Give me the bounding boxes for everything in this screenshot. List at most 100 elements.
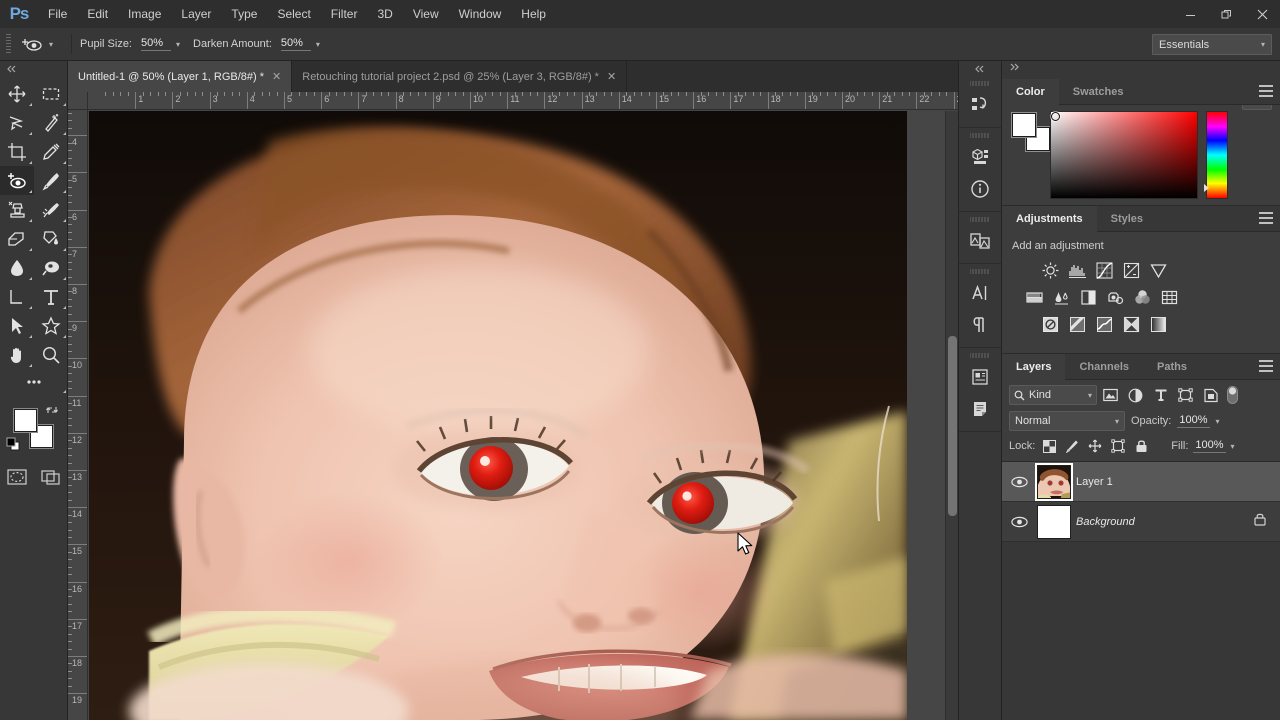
crop-tool[interactable] [0,137,34,166]
rectangular-marquee-tool[interactable] [34,79,68,108]
black-white-icon[interactable] [1078,287,1098,307]
hue-saturation-icon[interactable] [1024,287,1044,307]
rail-collapse-button[interactable] [959,61,1001,76]
color-field[interactable] [1050,111,1198,199]
pupil-size-value[interactable]: 50% [141,37,171,51]
eraser-tool-flyout[interactable] [29,248,32,251]
color-lookup-icon[interactable] [1159,287,1179,307]
layer-thumbnail[interactable] [1037,464,1071,499]
fill-value[interactable]: 100% [1193,439,1226,453]
canvas-vertical-scrollbar[interactable] [945,111,958,720]
brush-tool[interactable] [34,166,68,195]
menu-file[interactable]: File [38,0,77,28]
filter-pixel-layers-icon[interactable] [1099,385,1122,405]
table-row[interactable]: Background [1002,502,1280,542]
lasso-tool-flyout[interactable] [29,132,32,135]
zoom-tool[interactable] [34,340,68,369]
gradient-tool[interactable] [34,224,68,253]
type-tool-flyout[interactable] [63,306,66,309]
selective-color-icon[interactable] [1121,314,1141,334]
rail-grip[interactable] [970,351,990,359]
horizontal-type-tool[interactable] [34,282,68,311]
opacity-value[interactable]: 100% [1177,414,1210,428]
menu-3d[interactable]: 3D [367,0,402,28]
canvas-viewport[interactable] [89,111,958,720]
custom-shape-tool[interactable] [34,311,68,340]
pen-tool[interactable] [0,282,34,311]
red-eye-tool-flyout[interactable] [29,190,32,193]
lock-position-icon[interactable] [1086,437,1104,455]
menu-type[interactable]: Type [221,0,267,28]
tool-preset-picker[interactable]: ▾ [15,31,59,57]
vertical-ruler[interactable]: 4 5 6 7 8 9 10 11 12 13 14 15 16 17 18 19 [68,110,88,720]
toolbar-collapse-button[interactable] [0,61,67,76]
menu-layer[interactable]: Layer [171,0,221,28]
rail-grip[interactable] [970,215,990,223]
edit-toolbar-flyout[interactable] [63,390,66,393]
filter-type-layers-icon[interactable] [1149,385,1172,405]
dock-collapse-button[interactable] [1008,63,1020,73]
marquee-tool-flyout[interactable] [63,103,66,106]
filter-shape-layers-icon[interactable] [1174,385,1197,405]
invert-icon[interactable] [1040,314,1060,334]
close-button[interactable] [1244,0,1280,28]
dodge-tool-flyout[interactable] [63,277,66,280]
path-selection-tool[interactable] [0,311,34,340]
brightness-contrast-icon[interactable] [1040,260,1060,280]
history-brush-tool[interactable] [34,195,68,224]
hand-tool[interactable] [0,340,34,369]
filter-enable-toggle-icon[interactable] [1226,385,1238,405]
lock-transparent-pixels-icon[interactable] [1040,437,1058,455]
layer-comps-panel-icon[interactable] [959,361,1001,393]
tab-layers[interactable]: Layers [1002,354,1066,380]
gradient-map-icon[interactable] [1148,314,1168,334]
layer-visibility-toggle[interactable] [1006,516,1032,528]
rail-grip[interactable] [970,267,990,275]
pupil-size-combo[interactable]: 50% ▾ [138,34,183,54]
notes-panel-icon[interactable] [959,393,1001,425]
paragraph-panel-icon[interactable] [959,309,1001,341]
threshold-icon[interactable] [1094,314,1114,334]
blur-tool-flyout[interactable] [29,277,32,280]
canvas-image[interactable] [89,111,907,720]
menu-help[interactable]: Help [511,0,556,28]
pen-tool-flyout[interactable] [29,306,32,309]
fill-caret[interactable]: ▾ [1231,442,1235,451]
layer-thumbnail[interactable] [1037,504,1071,539]
tab-channels[interactable]: Channels [1065,354,1143,380]
shape-tool-flyout[interactable] [63,335,66,338]
info-panel-icon[interactable] [959,173,1001,205]
filter-adjustment-layers-icon[interactable] [1124,385,1147,405]
layer-visibility-toggle[interactable] [1006,476,1032,488]
darken-amount-combo[interactable]: 50% ▾ [278,34,323,54]
3d-panel-icon[interactable] [959,141,1001,173]
hand-tool-flyout[interactable] [29,364,32,367]
hue-slider-marker[interactable] [1204,184,1209,192]
channel-mixer-icon[interactable] [1132,287,1152,307]
lasso-tool[interactable] [0,108,34,137]
darken-amount-value[interactable]: 50% [280,37,311,51]
quick-selection-flyout[interactable] [63,132,66,135]
panel-menu-icon[interactable] [1259,212,1273,224]
menu-edit[interactable]: Edit [77,0,118,28]
character-panel-icon[interactable] [959,277,1001,309]
red-eye-tool[interactable] [0,166,34,195]
filter-smart-object-icon[interactable] [1199,385,1222,405]
screen-mode-icon[interactable] [34,463,68,491]
layer-filter-kind-select[interactable]: Kind ▾ [1009,385,1097,405]
foreground-color-swatch[interactable] [14,409,37,432]
history-panel-icon[interactable] [959,89,1001,121]
edit-toolbar-button[interactable] [0,369,68,395]
history-brush-flyout[interactable] [63,219,66,222]
tab-color[interactable]: Color [1002,79,1059,105]
clone-stamp-tool[interactable] [0,195,34,224]
lock-image-pixels-icon[interactable] [1063,437,1081,455]
crop-tool-flyout[interactable] [29,161,32,164]
eyedropper-flyout[interactable] [63,161,66,164]
dodge-tool[interactable] [34,253,68,282]
menu-view[interactable]: View [403,0,449,28]
swap-colors-icon[interactable] [46,404,58,419]
vibrance-icon[interactable] [1148,260,1168,280]
close-icon[interactable]: ✕ [607,70,616,83]
brush-tool-flyout[interactable] [63,190,66,193]
